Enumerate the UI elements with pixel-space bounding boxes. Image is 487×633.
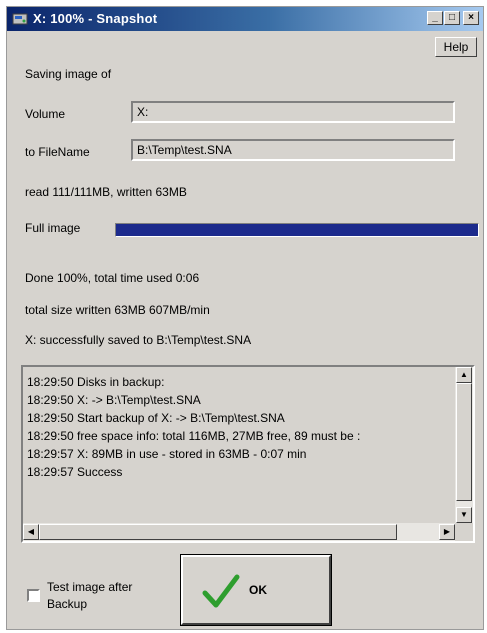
log-line: 18:29:57 Success bbox=[27, 465, 123, 479]
log-line: 18:29:50 free space info: total 116MB, 2… bbox=[27, 429, 361, 443]
help-button[interactable]: Help bbox=[435, 37, 477, 57]
scroll-down-icon[interactable]: ▼ bbox=[456, 507, 472, 523]
log-lines: 18:29:50 Disks in backup: 18:29:50 X: ->… bbox=[27, 373, 451, 519]
saved-status: X: successfully saved to B:\Temp\test.SN… bbox=[25, 333, 252, 347]
progress-bar bbox=[115, 223, 479, 237]
saving-heading: Saving image of bbox=[25, 67, 112, 81]
size-status: total size written 63MB 607MB/min bbox=[25, 303, 210, 317]
progress-fill bbox=[116, 224, 478, 236]
vertical-scroll-thumb[interactable] bbox=[456, 383, 472, 501]
filename-field: B:\Temp\test.SNA bbox=[131, 139, 455, 161]
title-bar[interactable]: X: 100% - Snapshot _ □ × bbox=[7, 7, 483, 31]
scroll-up-icon[interactable]: ▲ bbox=[456, 367, 472, 383]
filename-label: to FileName bbox=[25, 145, 90, 159]
log-line: 18:29:57 X: 89MB in use - stored in 63MB… bbox=[27, 447, 307, 461]
volume-field: X: bbox=[131, 101, 455, 123]
log-box[interactable]: 18:29:50 Disks in backup: 18:29:50 X: ->… bbox=[21, 365, 475, 543]
vertical-scrollbar[interactable]: ▲ ▼ bbox=[455, 367, 473, 523]
close-button[interactable]: × bbox=[463, 11, 479, 25]
horizontal-scrollbar[interactable]: ◀ ▶ bbox=[23, 523, 455, 541]
scroll-left-icon[interactable]: ◀ bbox=[23, 524, 39, 540]
test-image-label[interactable]: Test image after Backup bbox=[47, 579, 132, 613]
window-title: X: 100% - Snapshot bbox=[33, 11, 158, 26]
horizontal-scroll-thumb[interactable] bbox=[39, 524, 397, 540]
maximize-button[interactable]: □ bbox=[444, 11, 460, 25]
test-image-label-line1: Test image after bbox=[47, 580, 133, 594]
minimize-button[interactable]: _ bbox=[427, 11, 443, 25]
done-status: Done 100%, total time used 0:06 bbox=[25, 271, 200, 285]
log-line: 18:29:50 Start backup of X: -> B:\Temp\t… bbox=[27, 411, 285, 425]
log-line: 18:29:50 X: -> B:\Temp\test.SNA bbox=[27, 393, 201, 407]
disk-app-icon bbox=[12, 13, 28, 25]
scroll-right-icon[interactable]: ▶ bbox=[439, 524, 455, 540]
progress-label: Full image bbox=[25, 221, 81, 235]
scroll-corner bbox=[455, 523, 473, 541]
test-image-checkbox[interactable] bbox=[27, 589, 40, 602]
read-status: read 111/111MB, written 63MB bbox=[25, 185, 187, 199]
volume-label: Volume bbox=[25, 107, 66, 121]
snapshot-window: X: 100% - Snapshot _ □ × Help Saving ima… bbox=[6, 6, 484, 630]
checkmark-icon bbox=[202, 574, 240, 608]
test-image-label-line2: Backup bbox=[47, 597, 88, 611]
ok-label: OK bbox=[249, 583, 267, 597]
log-line: 18:29:50 Disks in backup: bbox=[27, 375, 165, 389]
ok-button[interactable]: OK bbox=[180, 554, 332, 626]
